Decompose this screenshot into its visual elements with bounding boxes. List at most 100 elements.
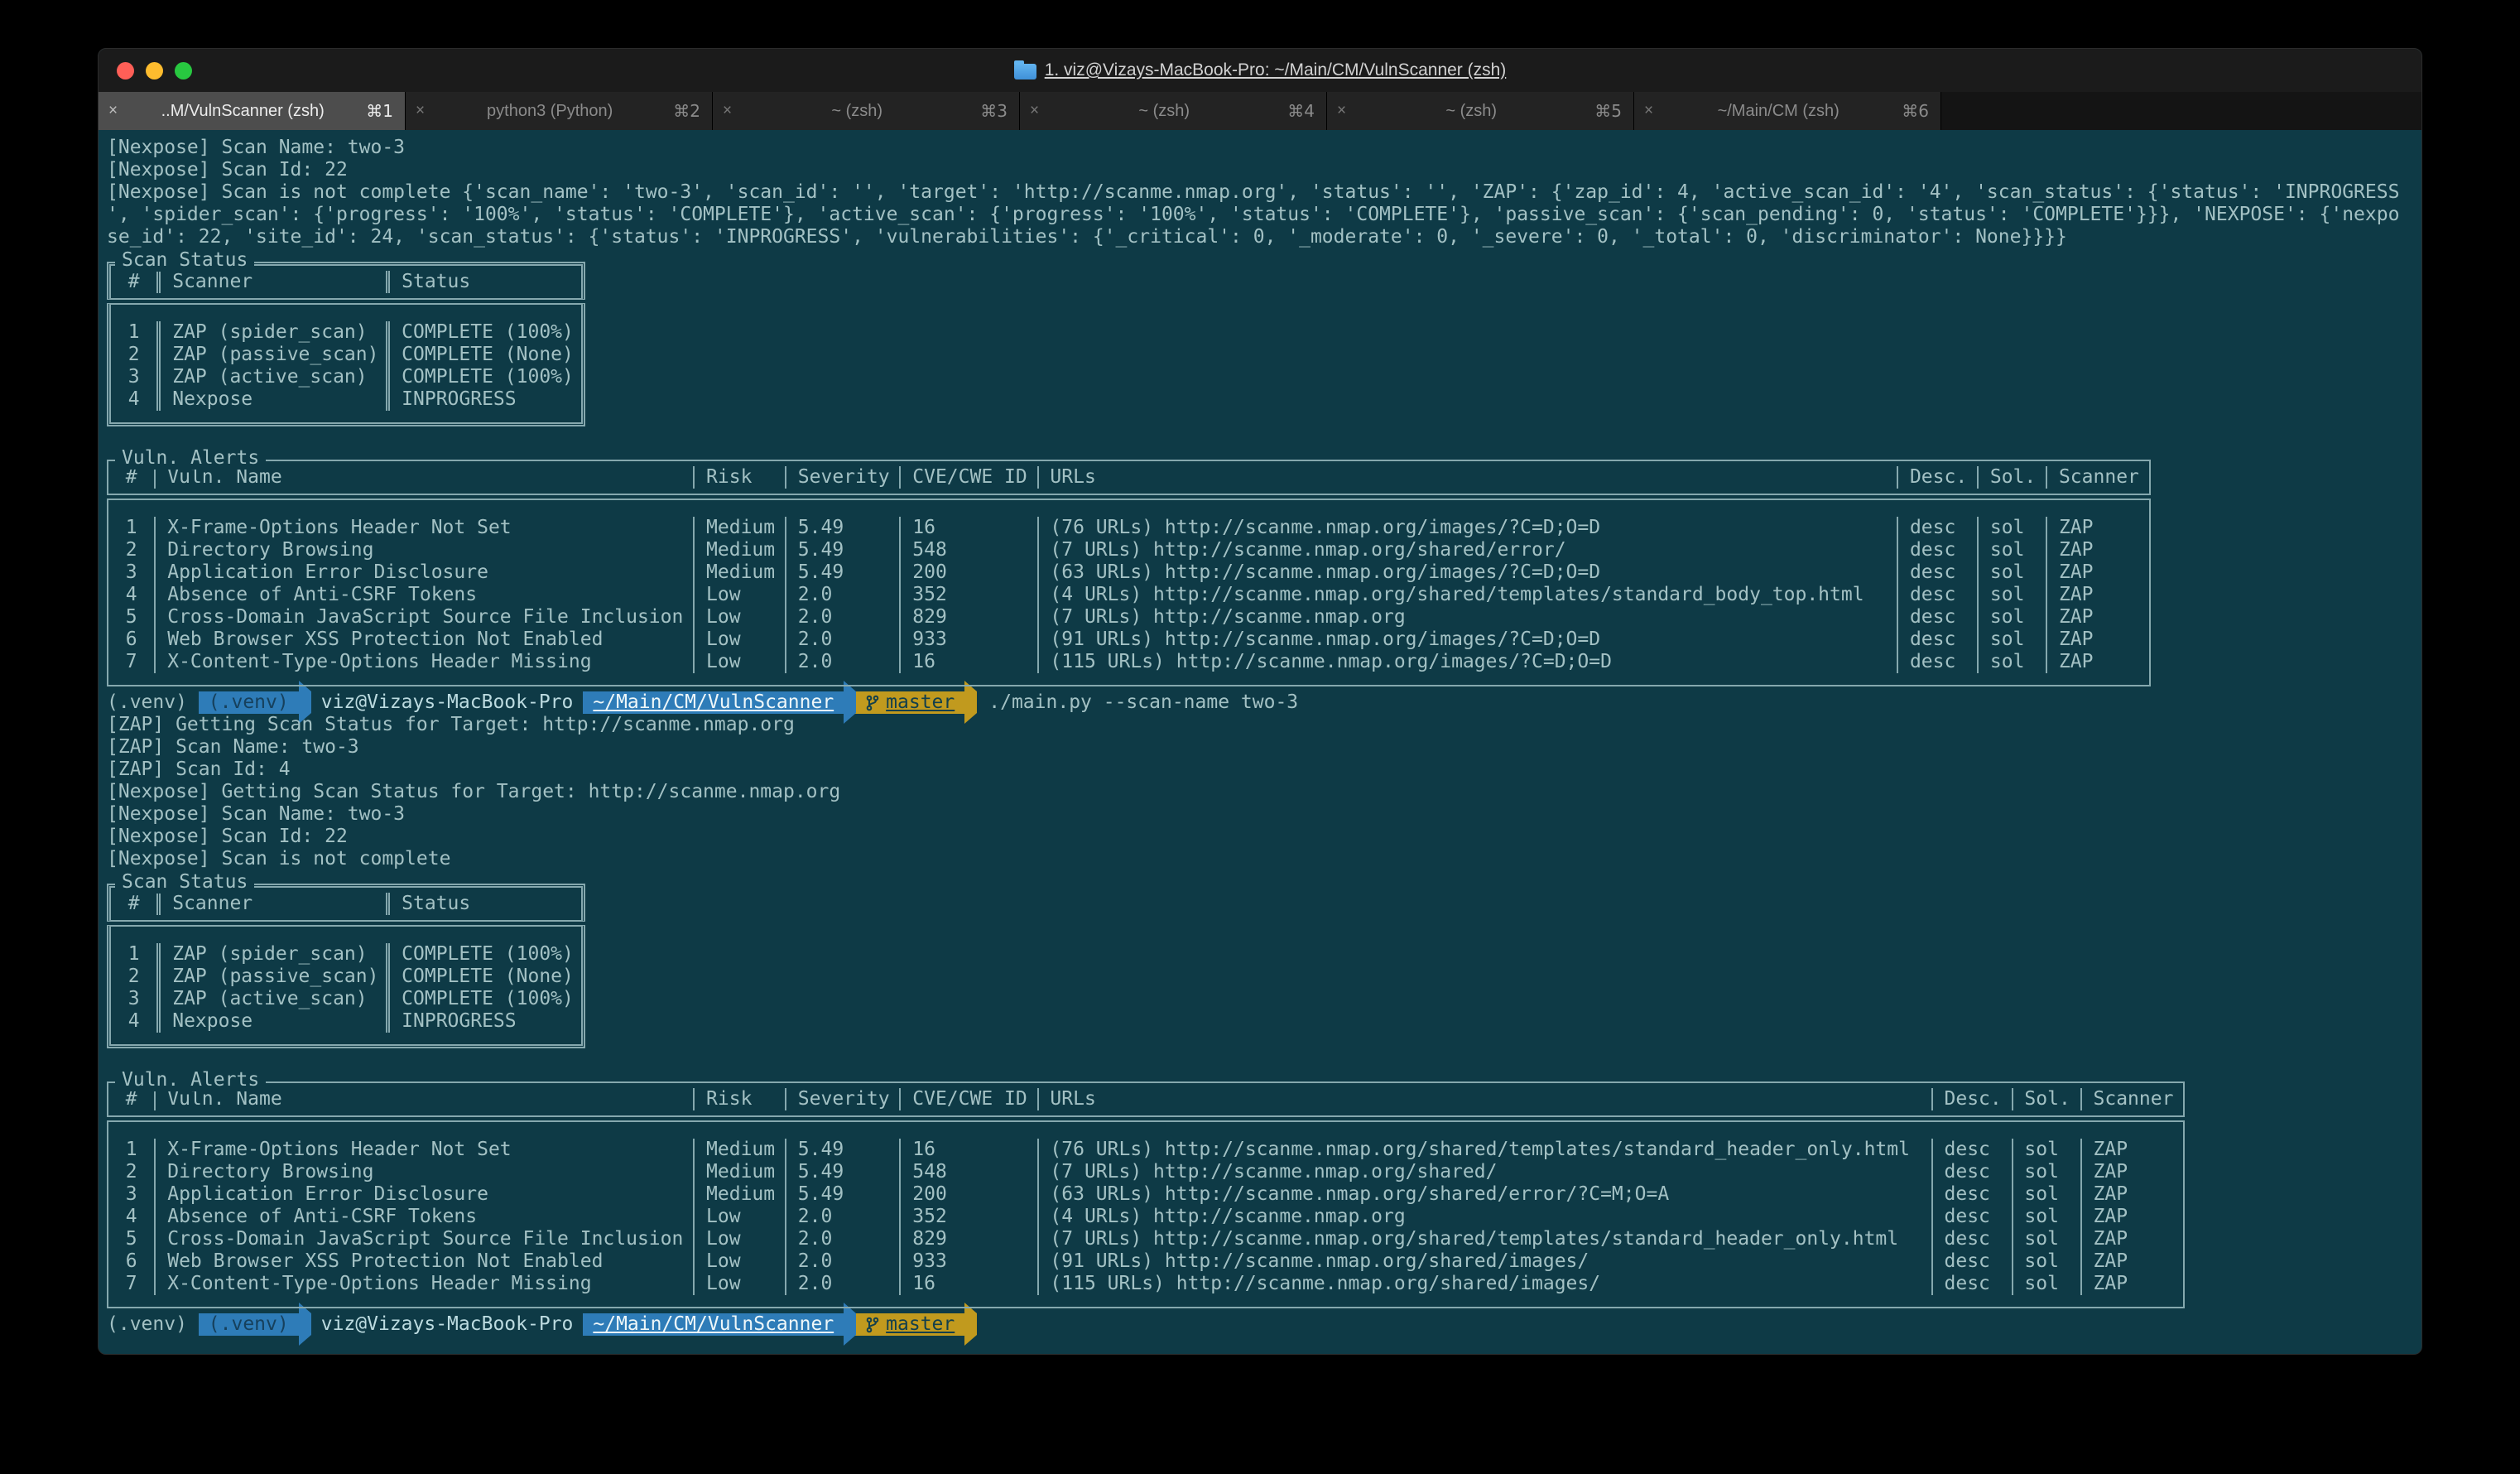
table-body: 1 ZAP (spider_scan) COMPLETE (100%) 2 ZA… [107,925,585,1048]
terminal-line: [Nexpose] Getting Scan Status for Target… [107,781,841,802]
cell-status: INPROGRESS [386,388,580,411]
header-cell-severity: Severity [784,1088,899,1110]
table-body: 1 X-Frame-Options Header Not Set Medium … [107,499,2151,686]
cell-status: INPROGRESS [386,1010,580,1033]
cell-cve: 200 [899,1183,1036,1206]
scan-status-table-2: Scan Status # Scanner Status 1 ZAP (spid… [107,871,585,1048]
terminal-line: [Nexpose] Scan Id: 22 [107,159,348,181]
cell-number: 7 [125,651,137,672]
tab-close-icon[interactable]: × [416,102,425,120]
cell-risk: Low [693,629,785,651]
prompt-line-2[interactable]: (.venv) (.venv) viz@Vizays-MacBook-Pro ~… [107,1303,2421,1346]
terminal-tab[interactable]: × ~ (zsh) ⌘3 [713,92,1020,130]
cell-desc: desc [1931,1161,2012,1183]
cell-number: 7 [125,1273,137,1294]
vuln-alerts-table-2: Vuln. Alerts # Vuln. Name Risk Severity … [107,1069,2186,1308]
terminal-tab[interactable]: × ..M/VulnScanner (zsh) ⌘1 [99,92,406,130]
tab-close-icon[interactable]: × [108,102,118,120]
tab-title: ~ (zsh) [1138,101,1190,120]
tab-close-icon[interactable]: × [1644,102,1653,120]
cell-severity: 2.0 [784,651,899,673]
cell-severity: 5.49 [784,539,899,561]
header-cell-scanner: Scanner [156,271,386,293]
cell-vuln-name: Application Error Disclosure [154,561,693,584]
user-host: viz@Vizays-MacBook-Pro [320,1313,574,1335]
cell-cve: 933 [899,1250,1036,1273]
cell-urls: (91 URLs) http://scanme.nmap.org/images/… [1036,629,1897,651]
cell-sol: sol [2011,1206,2080,1228]
traffic-light-close[interactable] [117,62,134,79]
tab-title: python3 (Python) [487,101,613,120]
venv-plain: (.venv) [107,1313,187,1335]
terminal-tab[interactable]: × python3 (Python) ⌘2 [406,92,713,130]
tab-title: ~ (zsh) [831,101,883,120]
terminal-tab[interactable]: × ~/Main/CM (zsh) ⌘6 [1634,92,1941,130]
cell-cve: 16 [899,517,1036,539]
cell-cve: 16 [899,651,1036,673]
cell-vuln-name: X-Content-Type-Options Header Missing [154,1273,693,1295]
header-cell-number: # [125,1088,137,1110]
cell-urls: (76 URLs) http://scanme.nmap.org/images/… [1036,517,1897,539]
tab-close-icon[interactable]: × [1337,102,1346,120]
cell-urls: (7 URLs) http://scanme.nmap.org/shared/t… [1036,1228,1931,1250]
cell-vuln-name: X-Frame-Options Header Not Set [154,1139,693,1161]
git-branch-name: master [886,1313,955,1335]
traffic-lights [117,62,192,79]
cell-cve: 548 [899,539,1036,561]
traffic-light-zoom[interactable] [175,62,192,79]
git-branch-name: master [886,691,955,713]
table-body: 1 X-Frame-Options Header Not Set Medium … [107,1120,2186,1308]
terminal-tab[interactable]: × ~ (zsh) ⌘5 [1327,92,1634,130]
cell-risk: Low [693,1250,785,1273]
header-cell-sol: Sol. [2011,1088,2080,1110]
cell-desc: desc [1897,539,1977,561]
table-row: 7 X-Content-Type-Options Header Missing … [108,651,2149,673]
terminal-window: 1. viz@Vizays-MacBook-Pro: ~/Main/CM/Vul… [98,48,2422,1355]
tab-close-icon[interactable]: × [1030,102,1039,120]
cell-cve: 200 [899,561,1036,584]
terminal-line: ', 'spider_scan': {'progress': '100%', '… [107,204,2400,225]
terminal-tab[interactable]: × ~ (zsh) ⌘4 [1020,92,1327,130]
titlebar[interactable]: 1. viz@Vizays-MacBook-Pro: ~/Main/CM/Vul… [99,49,2421,92]
cell-sol: sol [1977,539,2046,561]
tab-shortcut: ⌘6 [1902,101,1929,121]
prompt-line-1: (.venv) (.venv) viz@Vizays-MacBook-Pro ~… [107,681,2421,724]
venv-badge: (.venv) [198,1313,299,1336]
cell-urls: (7 URLs) http://scanme.nmap.org/shared/e… [1036,539,1897,561]
cell-number: 4 [127,1010,140,1032]
cell-risk: Medium [693,517,785,539]
window-title: 1. viz@Vizays-MacBook-Pro: ~/Main/CM/Vul… [1044,60,1507,79]
tab-shortcut: ⌘3 [980,101,1008,121]
cell-sol: sol [1977,561,2046,584]
cell-urls: (7 URLs) http://scanme.nmap.org/shared/ [1036,1161,1931,1183]
cell-number: 2 [125,539,137,561]
cell-scanner: ZAP [2080,1206,2184,1228]
tab-close-icon[interactable]: × [723,102,732,120]
cell-scanner: Nexpose [156,388,386,411]
cell-severity: 5.49 [784,517,899,539]
cell-vuln-name: X-Content-Type-Options Header Missing [154,651,693,673]
traffic-light-minimize[interactable] [146,62,163,79]
cell-cve: 352 [899,584,1036,606]
terminal-screen[interactable]: [Nexpose] Scan Name: two-3 [Nexpose] Scan… [99,130,2421,1354]
cell-scanner: ZAP [2046,606,2149,629]
table-row: 2 Directory Browsing Medium 5.49 548 (7 … [108,1161,2183,1183]
cell-vuln-name: Cross-Domain JavaScript Source File Incl… [154,1228,693,1250]
terminal-line: [Nexpose] Scan Id: 22 [107,826,348,847]
cell-desc: desc [1931,1183,2012,1206]
cell-sol: sol [2011,1228,2080,1250]
git-branch-icon [866,695,879,711]
cell-number: 1 [127,943,140,965]
table-row: 7 X-Content-Type-Options Header Missing … [108,1273,2183,1295]
tab-title: ~/Main/CM (zsh) [1717,101,1840,120]
table-row: 4 Absence of Anti-CSRF Tokens Low 2.0 35… [108,1206,2183,1228]
cell-scanner: ZAP (active_scan) [156,988,386,1010]
tab-shortcut: ⌘2 [673,101,700,121]
cell-scanner: ZAP [2080,1139,2184,1161]
header-cell-desc: Desc. [1931,1088,2012,1110]
header-cell-desc: Desc. [1897,466,1977,489]
cell-number: 6 [125,1250,137,1272]
table-row: 1 X-Frame-Options Header Not Set Medium … [108,1139,2183,1161]
cell-status: COMPLETE (100%) [386,988,580,1010]
cell-risk: Medium [693,1183,785,1206]
